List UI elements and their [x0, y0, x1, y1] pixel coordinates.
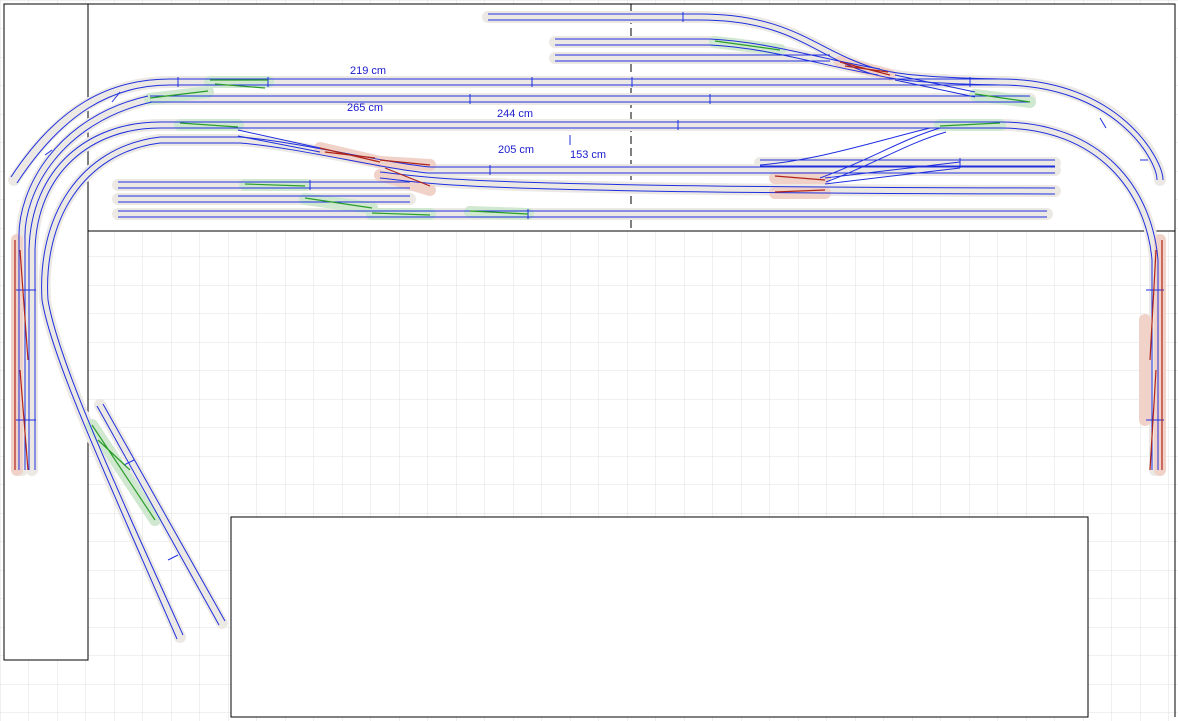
- dimension-label-265: 265 cm: [347, 102, 383, 114]
- dimension-label-219: 219 cm: [350, 65, 386, 77]
- dimension-label-205: 205 cm: [498, 144, 534, 156]
- track-plan-canvas[interactable]: 219 cm 265 cm 244 cm 205 cm 153 cm: [0, 0, 1178, 721]
- dimension-label-244: 244 cm: [497, 108, 533, 120]
- track-plan-drawing[interactable]: 219 cm 265 cm 244 cm 205 cm 153 cm: [0, 0, 1178, 721]
- dimension-label-153: 153 cm: [570, 149, 606, 161]
- baseboard-bottom: [230, 516, 1089, 718]
